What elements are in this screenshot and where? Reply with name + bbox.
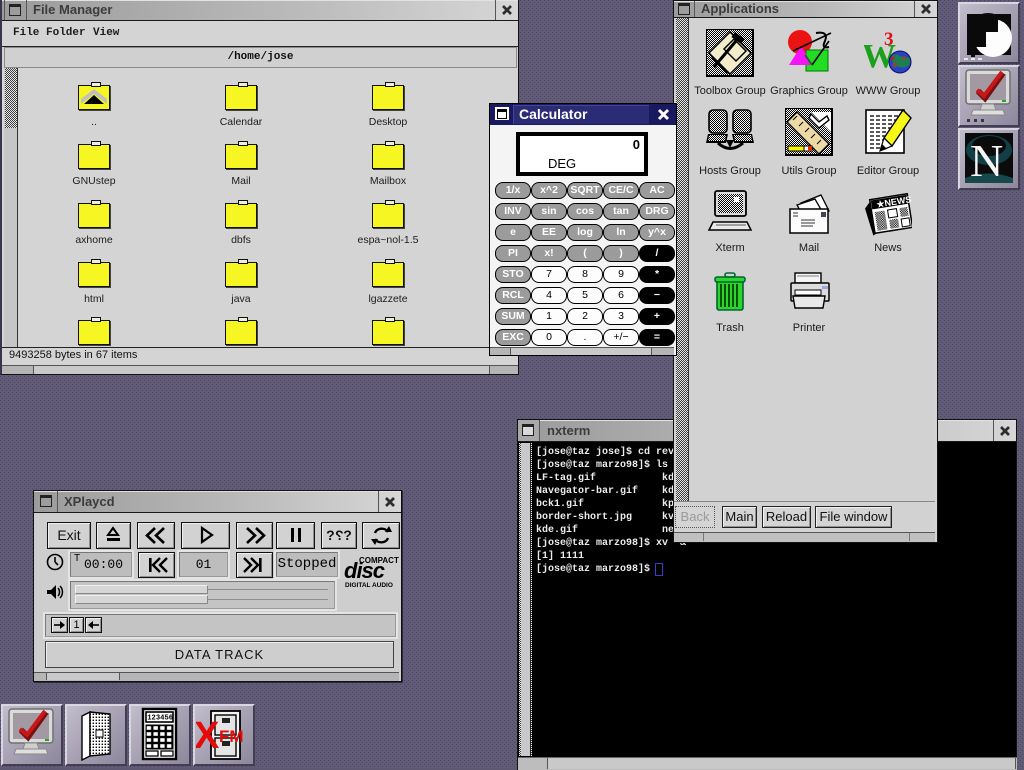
svg-text:FM: FM: [219, 727, 244, 746]
svg-text:123456: 123456: [147, 715, 173, 723]
svg-text:X: X: [196, 715, 220, 757]
svg-text:3: 3: [884, 29, 894, 50]
svg-text:N: N: [970, 135, 1003, 186]
